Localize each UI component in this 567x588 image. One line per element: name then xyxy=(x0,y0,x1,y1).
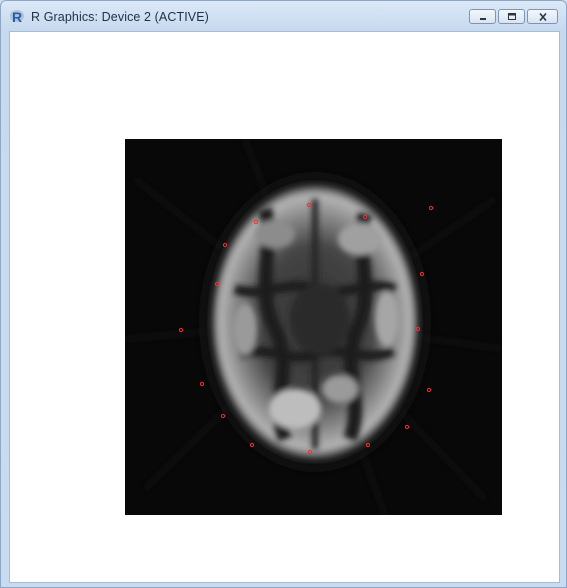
graphics-device-area xyxy=(9,31,560,583)
maximize-icon xyxy=(507,12,516,20)
brain-mri-image xyxy=(125,139,502,515)
minimize-icon xyxy=(479,17,486,20)
close-icon xyxy=(538,12,547,21)
title-bar[interactable]: R R Graphics: Device 2 (ACTIVE) xyxy=(1,1,566,31)
maximize-button[interactable] xyxy=(498,9,525,24)
caption-buttons xyxy=(469,9,558,26)
mri-image-plot xyxy=(125,139,502,515)
window-title: R Graphics: Device 2 (ACTIVE) xyxy=(31,10,209,24)
close-button[interactable] xyxy=(527,9,558,24)
svg-text:R: R xyxy=(12,9,22,24)
r-app-icon: R xyxy=(9,9,25,24)
r-graphics-window: R R Graphics: Device 2 (ACTIVE) xyxy=(0,0,567,588)
minimize-button[interactable] xyxy=(469,9,496,24)
